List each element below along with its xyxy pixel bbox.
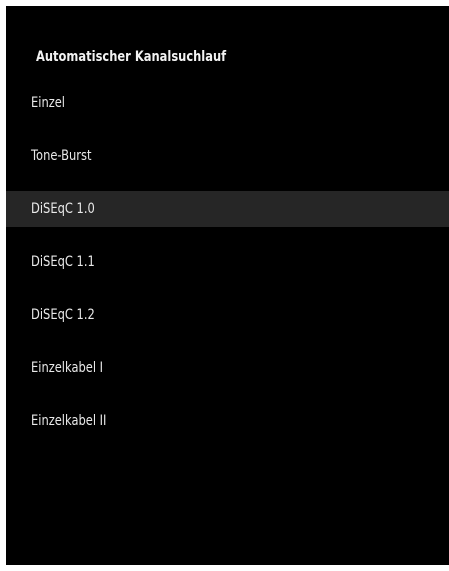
option-label: DiSEqC 1.2 bbox=[31, 307, 95, 323]
option-label: Einzelkabel II bbox=[31, 413, 107, 429]
option-label: DiSEqC 1.1 bbox=[31, 254, 95, 270]
menu-title: Automatischer Kanalsuchlauf bbox=[36, 49, 227, 65]
option-label: Einzel bbox=[31, 95, 66, 111]
option-diseqc-1-2[interactable]: DiSEqC 1.2 bbox=[6, 297, 449, 333]
option-diseqc-1-1[interactable]: DiSEqC 1.1 bbox=[6, 244, 449, 280]
option-tone-burst[interactable]: Tone-Burst bbox=[6, 138, 449, 174]
option-einzel[interactable]: Einzel bbox=[6, 85, 449, 121]
tv-screen: Automatischer Kanalsuchlauf Einzel Tone-… bbox=[6, 6, 449, 565]
option-label: Tone-Burst bbox=[31, 148, 92, 164]
option-einzelkabel-1[interactable]: Einzelkabel I bbox=[6, 350, 449, 386]
option-list: Einzel Tone-Burst DiSEqC 1.0 DiSEqC 1.1 … bbox=[6, 85, 449, 456]
option-einzelkabel-2[interactable]: Einzelkabel II bbox=[6, 403, 449, 439]
option-label: Einzelkabel I bbox=[31, 360, 104, 376]
option-label: DiSEqC 1.0 bbox=[31, 201, 95, 217]
option-diseqc-1-0[interactable]: DiSEqC 1.0 bbox=[6, 191, 449, 227]
